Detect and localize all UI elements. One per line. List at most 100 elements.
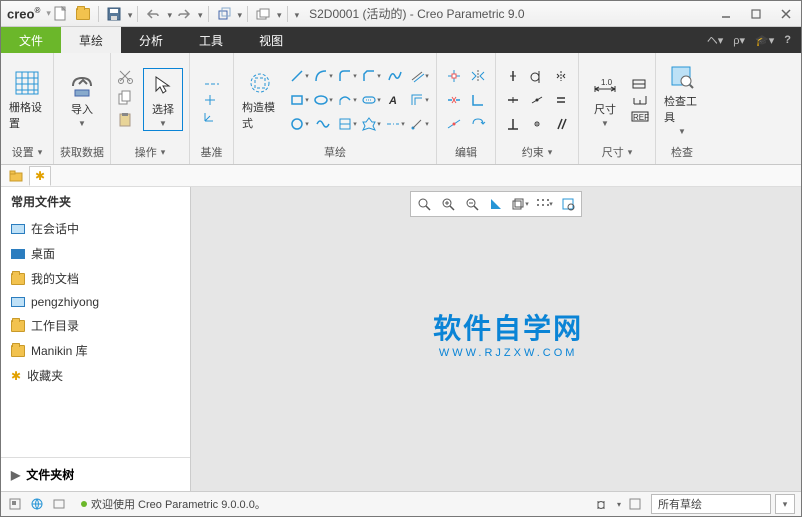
zoom-fit-icon[interactable] <box>413 194 435 214</box>
select-button[interactable]: 选择 ▼ <box>143 68 183 131</box>
tab-view[interactable]: 视图 <box>241 27 301 53</box>
delete-seg-icon[interactable] <box>443 89 465 111</box>
paste-icon[interactable] <box>117 112 137 132</box>
coord-sys-icon[interactable] <box>203 109 221 123</box>
sidebar-item-working-dir[interactable]: 工作目录 <box>1 313 190 338</box>
sidebar-item-in-session[interactable]: 在会话中 <box>1 216 190 241</box>
circle-icon[interactable]: ▾ <box>288 113 310 135</box>
chamfer-icon[interactable]: ▾ <box>360 65 382 87</box>
redo-icon[interactable] <box>174 4 194 24</box>
spline-icon[interactable] <box>384 65 406 87</box>
status-browser-icon[interactable] <box>27 494 47 514</box>
sine-icon[interactable] <box>312 113 334 135</box>
sidebar-item-documents[interactable]: 我的文档 <box>1 266 190 291</box>
zoom-out-icon[interactable] <box>461 194 483 214</box>
perpendicular-icon[interactable] <box>502 113 524 135</box>
undo-icon[interactable] <box>143 4 163 24</box>
undo-dropdown-icon[interactable] <box>165 7 172 21</box>
vertical-icon[interactable] <box>502 65 524 87</box>
tab-sketch[interactable]: 草绘 <box>61 27 121 53</box>
status-window-icon[interactable] <box>49 494 69 514</box>
display-style-icon[interactable]: ▾ <box>509 194 531 214</box>
symmetric-icon[interactable] <box>550 65 572 87</box>
minimize-button[interactable] <box>715 4 737 24</box>
corner-icon[interactable] <box>467 89 489 111</box>
centerline2-icon[interactable]: ▾ <box>384 113 406 135</box>
zoom-in-icon[interactable] <box>437 194 459 214</box>
regenerate-icon[interactable] <box>214 4 234 24</box>
sidebar-item-desktop[interactable]: 桌面 <box>1 241 190 266</box>
status-model-tree-icon[interactable] <box>5 494 25 514</box>
folder-tab-icon[interactable] <box>5 166 27 186</box>
selection-filter-icon[interactable] <box>625 494 645 514</box>
tangent-icon[interactable] <box>526 65 548 87</box>
windows-icon[interactable] <box>253 4 273 24</box>
perimeter-dim-icon[interactable] <box>631 77 649 91</box>
settings-dropdown-icon[interactable] <box>36 146 43 158</box>
dim-dropdown-icon[interactable] <box>626 146 633 158</box>
graduation-icon[interactable]: 🎓▾ <box>755 34 774 47</box>
rectangle-icon[interactable]: ▾ <box>288 89 310 111</box>
search-help-icon[interactable]: ρ▾ <box>733 34 745 47</box>
grid-display-icon[interactable]: ▾ <box>533 194 555 214</box>
copy-icon[interactable] <box>117 90 137 110</box>
construction-mode-button[interactable]: 构造模式 <box>240 67 280 133</box>
ops-dropdown-icon[interactable] <box>159 146 166 158</box>
sidebar-item-manikin[interactable]: Manikin 库 <box>1 338 190 363</box>
close-button[interactable] <box>775 4 797 24</box>
equal-icon[interactable] <box>550 89 572 111</box>
tangent-arc-icon[interactable]: ▾ <box>336 89 358 111</box>
sidebar-item-user[interactable]: pengzhiyong <box>1 291 190 313</box>
ellipse-icon[interactable]: ▾ <box>312 89 334 111</box>
point2-icon[interactable]: ▾ <box>408 113 430 135</box>
sidebar-item-favorites[interactable]: ✱收藏夹 <box>1 363 190 388</box>
text-icon[interactable]: A <box>384 89 406 111</box>
constrain-dropdown-icon[interactable] <box>546 146 553 158</box>
midpoint-icon[interactable] <box>526 89 548 111</box>
offset-edge-icon[interactable]: ▾ <box>408 65 430 87</box>
regen-dropdown-icon[interactable] <box>236 7 243 21</box>
redo-dropdown-icon[interactable] <box>196 7 203 21</box>
parallel-icon[interactable] <box>550 113 572 135</box>
slot-icon[interactable]: ▾ <box>360 89 382 111</box>
ref-dim-icon[interactable]: REF <box>631 109 649 123</box>
selection-filter-combo[interactable]: 所有草绘 <box>651 494 771 514</box>
cut-icon[interactable] <box>117 68 137 88</box>
maximize-button[interactable] <box>745 4 767 24</box>
coincident-icon[interactable] <box>526 113 548 135</box>
baseline-dim-icon[interactable] <box>631 93 649 107</box>
find-icon[interactable] <box>591 494 611 514</box>
horizontal-icon[interactable] <box>502 89 524 111</box>
tab-file[interactable]: 文件 <box>1 27 61 53</box>
line-icon[interactable]: ▾ <box>288 65 310 87</box>
arc-icon[interactable]: ▾ <box>312 65 334 87</box>
offset-icon[interactable]: ▾ <box>408 89 430 111</box>
new-file-icon[interactable] <box>51 4 71 24</box>
trim-icon[interactable] <box>443 65 465 87</box>
divide-icon[interactable] <box>443 113 465 135</box>
fillet-icon[interactable]: ▾ <box>336 65 358 87</box>
rotate-resize-icon[interactable] <box>467 113 489 135</box>
vertex-display-icon[interactable] <box>557 194 579 214</box>
favorites-tab-icon[interactable]: ✱ <box>29 166 51 186</box>
open-folder-icon[interactable] <box>73 4 93 24</box>
project-icon[interactable]: ▾ <box>336 113 358 135</box>
tab-tools[interactable]: 工具 <box>181 27 241 53</box>
repaint-icon[interactable] <box>485 194 507 214</box>
windows-dropdown-icon[interactable] <box>275 7 282 21</box>
filter-dropdown-button[interactable]: ▾ <box>775 494 795 514</box>
import-button[interactable]: 导入 ▼ <box>62 69 102 130</box>
mirror-icon[interactable] <box>467 65 489 87</box>
graphics-canvas[interactable]: ▾ ▾ 软件自学网 WWW.RJZXW.COM <box>191 187 801 491</box>
inspect-button[interactable]: 检查工具 ▼ <box>662 61 702 138</box>
collapse-ribbon-icon[interactable]: ヘ▾ <box>707 32 724 48</box>
help-icon[interactable]: ? <box>784 34 791 46</box>
folder-tree-header[interactable]: ▶文件夹树 <box>1 457 190 491</box>
qat-customize-icon[interactable] <box>293 7 300 21</box>
save-icon[interactable] <box>104 4 124 24</box>
centerline-icon[interactable] <box>203 77 221 91</box>
palette-icon[interactable]: ▾ <box>360 113 382 135</box>
point-icon[interactable] <box>203 93 221 107</box>
grid-settings-button[interactable]: 栅格设置 <box>7 67 47 133</box>
dimension-button[interactable]: 1.0 尺寸 ▼ <box>585 69 625 130</box>
